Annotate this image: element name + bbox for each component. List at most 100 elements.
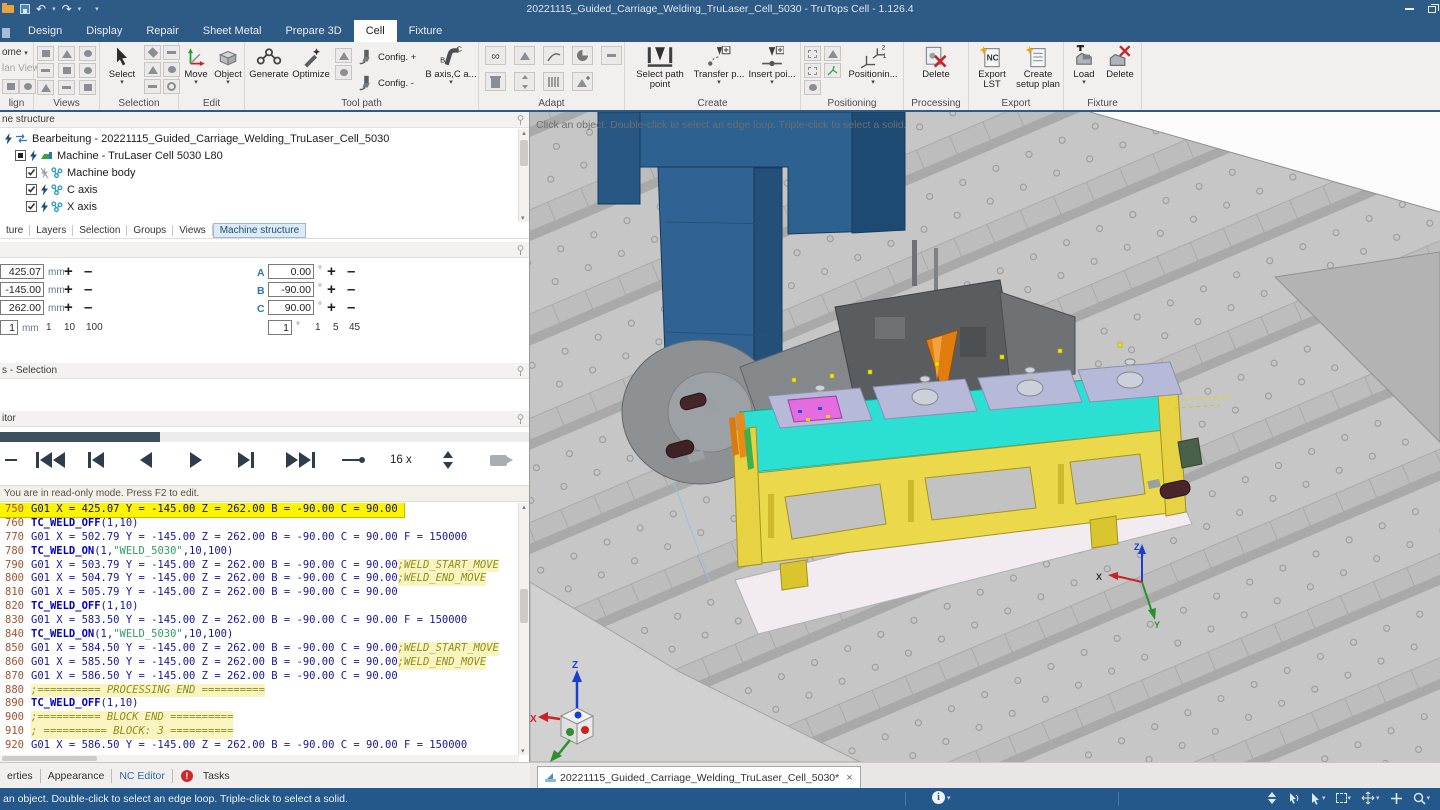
load-fixture-button[interactable]: Load▾ (1068, 44, 1100, 85)
insert-point-button[interactable]: Insert poi...▾ (747, 44, 797, 85)
close-document-icon[interactable]: × (846, 772, 852, 784)
adapt-icons-row2[interactable] (485, 72, 593, 91)
tree-checkbox[interactable] (26, 184, 37, 195)
toolpath-small-icons[interactable] (335, 48, 352, 80)
positioning-button[interactable]: 21 Positionin...▾ (845, 44, 901, 85)
adapt-icons-row1[interactable]: ∞ (485, 46, 622, 65)
b-axis-c-axis-button[interactable]: BC B axis,C a...▾ (425, 44, 477, 85)
bottom-tab-nc-editor[interactable]: NC Editor (112, 766, 172, 786)
move-button[interactable]: Move▾ (181, 44, 211, 85)
z-coordinate-field[interactable] (0, 300, 44, 315)
positioning-small-icons-mid[interactable] (824, 46, 841, 78)
angular-step-5[interactable]: 5 (333, 322, 339, 333)
pie-icon[interactable] (572, 46, 593, 65)
select-path-point-button[interactable]: Select path point (629, 44, 691, 91)
flag-icon[interactable] (514, 46, 535, 65)
x-coordinate-field[interactable] (0, 264, 44, 279)
home-menu-item[interactable]: ome ▾ (2, 47, 28, 58)
linear-step-1[interactable]: 1 (46, 322, 52, 333)
panel-tab-selection[interactable]: Selection (73, 223, 126, 238)
select-button[interactable]: Select▾ (102, 44, 142, 85)
b-minus-button[interactable]: – (347, 283, 355, 296)
redo-icon[interactable]: ↷ (62, 4, 72, 14)
tree-row-machine-body[interactable]: Machine body (0, 164, 516, 181)
create-setup-plan-button[interactable]: Create setup plan (1015, 44, 1061, 91)
nc-line-780[interactable]: 780TC_WELD_ON(1,"WELD_5030",10,100) (0, 545, 239, 559)
tree-checkbox[interactable] (26, 167, 37, 178)
skip-to-start-button[interactable] (36, 452, 65, 468)
y-minus-button[interactable]: – (84, 283, 92, 296)
nc-line-900[interactable]: 900;========== BLOCK END ========== (0, 711, 239, 725)
zoom-icon[interactable]: ▾ (1413, 792, 1431, 805)
bottom-tab-tasks[interactable]: Tasks (196, 766, 237, 786)
restore-button[interactable] (1428, 6, 1436, 13)
speed-stepper[interactable] (443, 451, 453, 469)
angular-step-field[interactable] (268, 320, 292, 335)
linear-step-10[interactable]: 10 (64, 322, 75, 333)
next-step-button[interactable] (238, 452, 254, 468)
transfer-point-button[interactable]: Transfer p...▾ (693, 44, 745, 85)
delete-processing-button[interactable]: Delete (914, 44, 958, 80)
menu-tab-sheet-metal[interactable]: Sheet Metal (191, 20, 274, 42)
b-angle-field[interactable] (268, 282, 314, 297)
trash-icon[interactable] (485, 72, 506, 91)
pin-icon[interactable] (516, 414, 525, 424)
mountain-plus-icon[interactable] (572, 72, 593, 91)
stretch-icon[interactable] (514, 72, 535, 91)
x-minus-button[interactable]: – (84, 265, 92, 278)
y-coordinate-field[interactable] (0, 282, 44, 297)
panel-tab-layers[interactable]: Layers (30, 223, 72, 238)
nc-line-850[interactable]: 850G01 X = 584.50 Y = -145.00 Z = 262.00… (0, 642, 505, 656)
positioning-small-icons-left[interactable] (804, 46, 821, 95)
info-dropdown[interactable]: i▾ (932, 791, 951, 804)
cursor-undo-icon[interactable] (1286, 792, 1300, 805)
viewport-3d[interactable]: Z X Y Z (530, 112, 1440, 762)
nc-scrollbar[interactable]: ▴▾ (518, 503, 529, 755)
menu-tab-prepare-3d[interactable]: Prepare 3D (273, 20, 353, 42)
object-button[interactable]: Object▾ (212, 44, 244, 85)
step-minus-icon[interactable] (5, 459, 17, 461)
menu-tab-design[interactable]: Design (16, 20, 74, 42)
linear-step-100[interactable]: 100 (86, 322, 103, 333)
bench-icon[interactable] (601, 46, 622, 65)
angular-step-45[interactable]: 45 (349, 322, 360, 333)
selection-icon-grid[interactable] (144, 45, 180, 94)
nc-line-870[interactable]: 870G01 X = 586.50 Y = -145.00 Z = 262.00… (0, 670, 404, 684)
generate-button[interactable]: Generate (249, 44, 289, 80)
tree-row-machine-trulaser-cell-50[interactable]: Machine - TruLaser Cell 5030 L80 (0, 147, 516, 164)
smooth-icon[interactable]: ∞ (485, 46, 506, 65)
nc-line-810[interactable]: 810G01 X = 505.79 Y = -145.00 Z = 262.00… (0, 586, 404, 600)
undo-dropdown-icon[interactable]: ▾ (52, 5, 56, 13)
document-tab[interactable]: 20221115_Guided_Carriage_Welding_TruLase… (537, 766, 861, 788)
y-plus-button[interactable]: + (64, 283, 73, 296)
a-minus-button[interactable]: – (347, 265, 355, 278)
tree-row-bearbeitung-20221115-gui[interactable]: Bearbeitung - 20221115_Guided_Carriage_W… (0, 130, 516, 147)
nc-line-860[interactable]: 860G01 X = 585.50 Y = -145.00 Z = 262.00… (0, 656, 492, 670)
nc-line-820[interactable]: 820TC_WELD_OFF(1,10) (0, 600, 144, 614)
skip-to-end-button[interactable] (286, 452, 315, 468)
linear-step-field[interactable] (0, 320, 18, 335)
a-angle-field[interactable] (268, 264, 314, 279)
panel-tab-groups[interactable]: Groups (127, 223, 172, 238)
simulation-progress-track[interactable] (0, 432, 530, 442)
cursor-select-icon[interactable]: ▾ (1310, 792, 1326, 805)
qat-overflow-icon[interactable]: ▾ (95, 5, 99, 13)
nc-line-920[interactable]: 920G01 X = 586.50 Y = -145.00 Z = 262.00… (0, 739, 473, 753)
views-icon-grid[interactable] (37, 46, 98, 95)
nc-line-890[interactable]: 890TC_WELD_OFF(1,10) (0, 697, 144, 711)
x-plus-button[interactable]: + (64, 265, 73, 278)
hatch-icon[interactable] (543, 72, 564, 91)
bottom-tab-erties[interactable]: erties (0, 766, 40, 786)
tree-scrollbar[interactable]: ▴▾ (518, 129, 529, 222)
open-icon[interactable] (2, 5, 14, 13)
optimize-button[interactable]: Optimize (291, 44, 331, 80)
nc-code[interactable]: 750G01 X = 425.07 Y = -145.00 Z = 262.00… (0, 503, 530, 755)
nc-line-750[interactable]: 750G01 X = 425.07 Y = -145.00 Z = 262.00… (0, 503, 404, 517)
curve-icon[interactable] (543, 46, 564, 65)
nc-line-790[interactable]: 790G01 X = 503.79 Y = -145.00 Z = 262.00… (0, 559, 505, 573)
panel-tab-views[interactable]: Views (173, 223, 212, 238)
nc-line-800[interactable]: 800G01 X = 504.79 Y = -145.00 Z = 262.00… (0, 572, 492, 586)
c-plus-button[interactable]: + (327, 301, 336, 314)
pan-icon[interactable] (1390, 792, 1403, 805)
nc-line-910[interactable]: 910; ========== BLOCK: 3 ========== (0, 725, 239, 739)
